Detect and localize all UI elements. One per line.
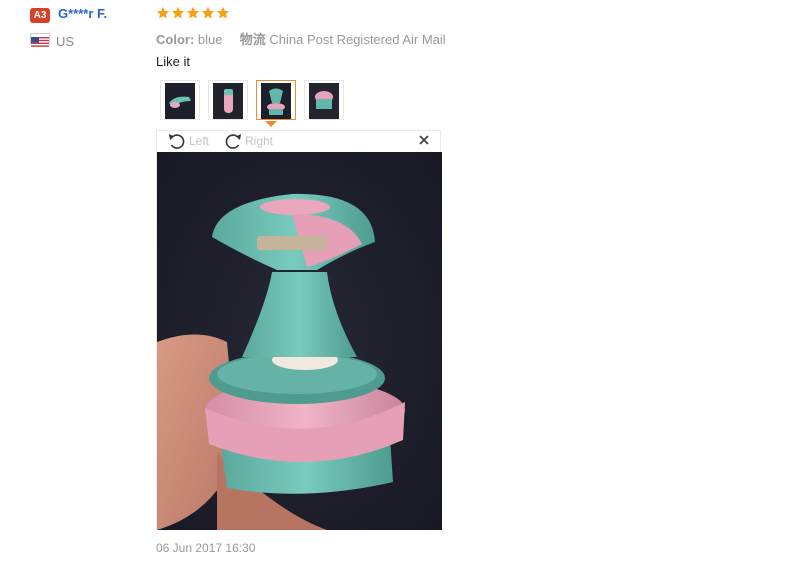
us-flag-icon xyxy=(30,33,50,47)
star-icon xyxy=(201,6,215,19)
rotate-left-label: Left xyxy=(189,134,210,148)
product-pink-thumb-icon xyxy=(213,83,243,119)
rotate-right-label: Right xyxy=(245,134,274,148)
country-code: US xyxy=(56,34,75,49)
star-icon xyxy=(186,6,200,19)
rotate-left-button[interactable]: Left xyxy=(167,132,209,150)
review-photo xyxy=(157,152,442,530)
rotate-right-button[interactable]: Right xyxy=(223,132,273,150)
photo-viewer: Left Right xyxy=(156,130,442,530)
photo-thumbnail-selected[interactable] xyxy=(256,80,296,120)
photo-thumbnail[interactable] xyxy=(160,80,200,120)
product-closed-thumb-icon xyxy=(309,83,339,119)
photo-thumbnail[interactable] xyxy=(304,80,344,120)
color-label: Color: xyxy=(156,32,195,47)
star-icon xyxy=(156,6,170,19)
color-value: blue xyxy=(197,32,223,47)
review-body: Color: blue 物流 China Post Registered Air… xyxy=(156,6,776,69)
review-date: 06 Jun 2017 16:30 xyxy=(156,541,256,555)
product-photo-image xyxy=(157,152,442,530)
logistics-value: China Post Registered Air Mail xyxy=(269,32,446,47)
level-badge: A3 xyxy=(30,8,50,23)
star-icon xyxy=(216,6,230,19)
product-side-thumb-icon xyxy=(165,83,195,119)
close-icon[interactable] xyxy=(418,134,430,146)
rotate-right-icon xyxy=(225,134,241,149)
photo-thumbnails xyxy=(160,80,344,120)
star-rating xyxy=(156,6,776,22)
review-comment: Like it xyxy=(156,54,190,69)
rotate-left-icon xyxy=(169,134,185,149)
photo-thumbnail[interactable] xyxy=(208,80,248,120)
logistics-label: 物流 xyxy=(239,32,266,47)
order-meta: Color: blue 物流 China Post Registered Air… xyxy=(156,29,446,48)
viewer-toolbar: Left Right xyxy=(157,131,440,152)
product-open-thumb-icon xyxy=(261,83,291,119)
reviewer-name[interactable]: G****r F. xyxy=(58,6,107,21)
selected-thumb-pointer xyxy=(265,121,277,127)
star-icon xyxy=(171,6,185,19)
